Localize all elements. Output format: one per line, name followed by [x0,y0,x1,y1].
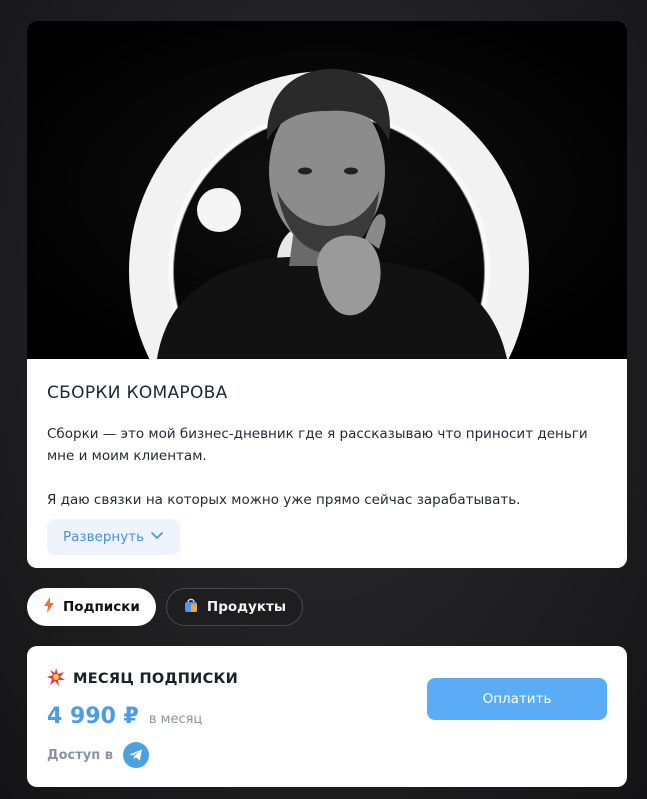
tab-bar: Подписки Продукты [27,588,304,626]
telegram-icon [122,742,149,768]
tab-products[interactable]: Продукты [165,588,304,626]
access-row: Доступ в [47,742,149,768]
channel-title: СБОРКИ КОМАРОВА [47,383,228,403]
channel-card: СБОРКИ КОМАРОВА Сборки — это мой бизнес-… [27,21,627,568]
plan-title: МЕСЯЦ ПОДПИСКИ [73,671,239,687]
pay-button[interactable]: Оплатить [427,678,607,720]
shopping-bag-icon [183,597,199,617]
tab-subscriptions[interactable]: Подписки [27,588,156,626]
cover-image [27,21,627,359]
channel-description: Сборки — это мой бизнес-дневник где я ра… [47,426,588,508]
lightning-icon [43,597,55,617]
tab-subscriptions-label: Подписки [63,599,140,615]
plan-title-row: МЕСЯЦ ПОДПИСКИ [47,668,238,690]
chevron-down-icon [150,528,164,546]
price-row: 4 990 ₽ в месяц [47,704,202,729]
plan-period: в месяц [148,712,203,727]
tab-products-label: Продукты [206,599,287,615]
subscription-plan-card: МЕСЯЦ ПОДПИСКИ 4 990 ₽ в месяц Доступ в … [27,646,627,787]
burst-icon [47,668,65,690]
expand-button[interactable]: Развернуть [47,519,181,555]
expand-label: Развернуть [63,529,145,545]
plan-price: 4 990 ₽ [47,704,139,729]
access-label: Доступ в [47,747,113,763]
